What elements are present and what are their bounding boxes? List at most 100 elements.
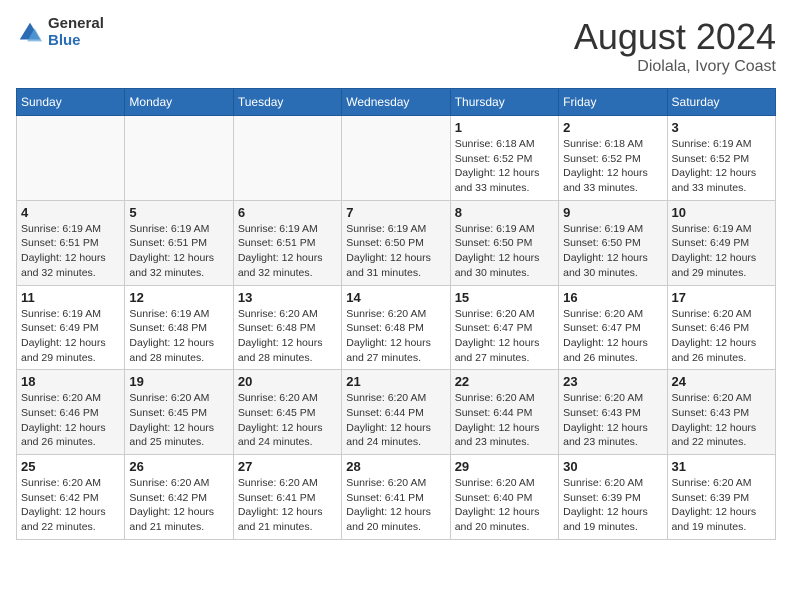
- day-number: 6: [238, 205, 337, 220]
- calendar-cell: 21 Sunrise: 6:20 AM Sunset: 6:44 PM Dayli…: [342, 370, 450, 455]
- day-info: Sunrise: 6:20 AM Sunset: 6:45 PM Dayligh…: [129, 391, 228, 450]
- day-info: Sunrise: 6:20 AM Sunset: 6:44 PM Dayligh…: [455, 391, 554, 450]
- day-info: Sunrise: 6:20 AM Sunset: 6:41 PM Dayligh…: [346, 476, 445, 535]
- day-number: 7: [346, 205, 445, 220]
- calendar-cell: 27 Sunrise: 6:20 AM Sunset: 6:41 PM Dayli…: [233, 455, 341, 540]
- weekday-header-monday: Monday: [125, 89, 233, 116]
- day-info: Sunrise: 6:20 AM Sunset: 6:44 PM Dayligh…: [346, 391, 445, 450]
- weekday-header-sunday: Sunday: [17, 89, 125, 116]
- calendar-cell: [17, 116, 125, 201]
- day-info: Sunrise: 6:19 AM Sunset: 6:49 PM Dayligh…: [21, 307, 120, 366]
- day-info: Sunrise: 6:20 AM Sunset: 6:43 PM Dayligh…: [672, 391, 771, 450]
- calendar-week-row: 1 Sunrise: 6:18 AM Sunset: 6:52 PM Daylig…: [17, 116, 776, 201]
- day-number: 30: [563, 459, 662, 474]
- day-number: 27: [238, 459, 337, 474]
- logo: General Blue: [16, 16, 104, 49]
- calendar-week-row: 18 Sunrise: 6:20 AM Sunset: 6:46 PM Dayli…: [17, 370, 776, 455]
- day-number: 29: [455, 459, 554, 474]
- day-number: 19: [129, 374, 228, 389]
- calendar-cell: 2 Sunrise: 6:18 AM Sunset: 6:52 PM Daylig…: [559, 116, 667, 201]
- logo-blue-text: Blue: [48, 33, 104, 50]
- day-info: Sunrise: 6:19 AM Sunset: 6:51 PM Dayligh…: [238, 222, 337, 281]
- calendar-cell: 25 Sunrise: 6:20 AM Sunset: 6:42 PM Dayli…: [17, 455, 125, 540]
- calendar-cell: 6 Sunrise: 6:19 AM Sunset: 6:51 PM Daylig…: [233, 200, 341, 285]
- calendar-cell: 3 Sunrise: 6:19 AM Sunset: 6:52 PM Daylig…: [667, 116, 775, 201]
- day-info: Sunrise: 6:20 AM Sunset: 6:40 PM Dayligh…: [455, 476, 554, 535]
- calendar-cell: 11 Sunrise: 6:19 AM Sunset: 6:49 PM Dayli…: [17, 285, 125, 370]
- calendar-cell: 22Sunrise: 6:20 AM Sunset: 6:44 PM Dayli…: [450, 370, 558, 455]
- day-number: 5: [129, 205, 228, 220]
- weekday-header-tuesday: Tuesday: [233, 89, 341, 116]
- calendar-cell: [342, 116, 450, 201]
- day-number: 24: [672, 374, 771, 389]
- day-number: 2: [563, 120, 662, 135]
- calendar-cell: 10Sunrise: 6:19 AM Sunset: 6:49 PM Dayli…: [667, 200, 775, 285]
- day-info: Sunrise: 6:18 AM Sunset: 6:52 PM Dayligh…: [455, 137, 554, 196]
- calendar-cell: 20 Sunrise: 6:20 AM Sunset: 6:45 PM Dayli…: [233, 370, 341, 455]
- calendar-cell: 30Sunrise: 6:20 AM Sunset: 6:39 PM Dayli…: [559, 455, 667, 540]
- calendar-cell: 19 Sunrise: 6:20 AM Sunset: 6:45 PM Dayli…: [125, 370, 233, 455]
- day-info: Sunrise: 6:20 AM Sunset: 6:42 PM Dayligh…: [129, 476, 228, 535]
- calendar-cell: 24 Sunrise: 6:20 AM Sunset: 6:43 PM Dayli…: [667, 370, 775, 455]
- day-number: 20: [238, 374, 337, 389]
- day-info: Sunrise: 6:20 AM Sunset: 6:42 PM Dayligh…: [21, 476, 120, 535]
- day-info: Sunrise: 6:19 AM Sunset: 6:48 PM Dayligh…: [129, 307, 228, 366]
- day-info: Sunrise: 6:20 AM Sunset: 6:45 PM Dayligh…: [238, 391, 337, 450]
- calendar-week-row: 25 Sunrise: 6:20 AM Sunset: 6:42 PM Dayli…: [17, 455, 776, 540]
- day-number: 23: [563, 374, 662, 389]
- day-number: 17: [672, 290, 771, 305]
- calendar-cell: 31Sunrise: 6:20 AM Sunset: 6:39 PM Dayli…: [667, 455, 775, 540]
- calendar-cell: 15 Sunrise: 6:20 AM Sunset: 6:47 PM Dayli…: [450, 285, 558, 370]
- day-number: 3: [672, 120, 771, 135]
- day-info: Sunrise: 6:20 AM Sunset: 6:48 PM Dayligh…: [238, 307, 337, 366]
- calendar-cell: 12 Sunrise: 6:19 AM Sunset: 6:48 PM Dayli…: [125, 285, 233, 370]
- day-number: 10: [672, 205, 771, 220]
- calendar-cell: 4Sunrise: 6:19 AM Sunset: 6:51 PM Daylig…: [17, 200, 125, 285]
- calendar-cell: 18 Sunrise: 6:20 AM Sunset: 6:46 PM Dayli…: [17, 370, 125, 455]
- calendar-cell: [233, 116, 341, 201]
- day-info: Sunrise: 6:19 AM Sunset: 6:52 PM Dayligh…: [672, 137, 771, 196]
- calendar-week-row: 4Sunrise: 6:19 AM Sunset: 6:51 PM Daylig…: [17, 200, 776, 285]
- calendar-cell: 9Sunrise: 6:19 AM Sunset: 6:50 PM Daylig…: [559, 200, 667, 285]
- calendar-week-row: 11 Sunrise: 6:19 AM Sunset: 6:49 PM Dayli…: [17, 285, 776, 370]
- day-info: Sunrise: 6:20 AM Sunset: 6:43 PM Dayligh…: [563, 391, 662, 450]
- calendar-cell: 5Sunrise: 6:19 AM Sunset: 6:51 PM Daylig…: [125, 200, 233, 285]
- day-number: 1: [455, 120, 554, 135]
- weekday-header-thursday: Thursday: [450, 89, 558, 116]
- day-number: 25: [21, 459, 120, 474]
- day-info: Sunrise: 6:19 AM Sunset: 6:51 PM Dayligh…: [21, 222, 120, 281]
- calendar-cell: 17 Sunrise: 6:20 AM Sunset: 6:46 PM Dayli…: [667, 285, 775, 370]
- calendar-table: SundayMondayTuesdayWednesdayThursdayFrid…: [16, 88, 776, 540]
- day-info: Sunrise: 6:20 AM Sunset: 6:48 PM Dayligh…: [346, 307, 445, 366]
- page-header: General Blue August 2024 Diolala, Ivory …: [16, 16, 776, 76]
- day-number: 28: [346, 459, 445, 474]
- calendar-cell: 28 Sunrise: 6:20 AM Sunset: 6:41 PM Dayli…: [342, 455, 450, 540]
- day-number: 14: [346, 290, 445, 305]
- weekday-header-wednesday: Wednesday: [342, 89, 450, 116]
- day-number: 12: [129, 290, 228, 305]
- day-number: 18: [21, 374, 120, 389]
- logo-icon: [16, 19, 44, 47]
- day-number: 13: [238, 290, 337, 305]
- day-number: 15: [455, 290, 554, 305]
- calendar-cell: 1 Sunrise: 6:18 AM Sunset: 6:52 PM Daylig…: [450, 116, 558, 201]
- day-info: Sunrise: 6:18 AM Sunset: 6:52 PM Dayligh…: [563, 137, 662, 196]
- day-number: 21: [346, 374, 445, 389]
- day-info: Sunrise: 6:20 AM Sunset: 6:39 PM Dayligh…: [672, 476, 771, 535]
- location: Diolala, Ivory Coast: [574, 58, 776, 76]
- weekday-header-friday: Friday: [559, 89, 667, 116]
- day-info: Sunrise: 6:20 AM Sunset: 6:41 PM Dayligh…: [238, 476, 337, 535]
- day-number: 11: [21, 290, 120, 305]
- month-year: August 2024: [574, 16, 776, 58]
- day-info: Sunrise: 6:20 AM Sunset: 6:46 PM Dayligh…: [21, 391, 120, 450]
- day-info: Sunrise: 6:20 AM Sunset: 6:47 PM Dayligh…: [455, 307, 554, 366]
- weekday-header-row: SundayMondayTuesdayWednesdayThursdayFrid…: [17, 89, 776, 116]
- calendar-cell: 8Sunrise: 6:19 AM Sunset: 6:50 PM Daylig…: [450, 200, 558, 285]
- day-info: Sunrise: 6:19 AM Sunset: 6:50 PM Dayligh…: [455, 222, 554, 281]
- calendar-cell: 26Sunrise: 6:20 AM Sunset: 6:42 PM Dayli…: [125, 455, 233, 540]
- day-info: Sunrise: 6:20 AM Sunset: 6:47 PM Dayligh…: [563, 307, 662, 366]
- day-number: 9: [563, 205, 662, 220]
- day-info: Sunrise: 6:20 AM Sunset: 6:46 PM Dayligh…: [672, 307, 771, 366]
- day-info: Sunrise: 6:19 AM Sunset: 6:50 PM Dayligh…: [346, 222, 445, 281]
- calendar-cell: 29 Sunrise: 6:20 AM Sunset: 6:40 PM Dayli…: [450, 455, 558, 540]
